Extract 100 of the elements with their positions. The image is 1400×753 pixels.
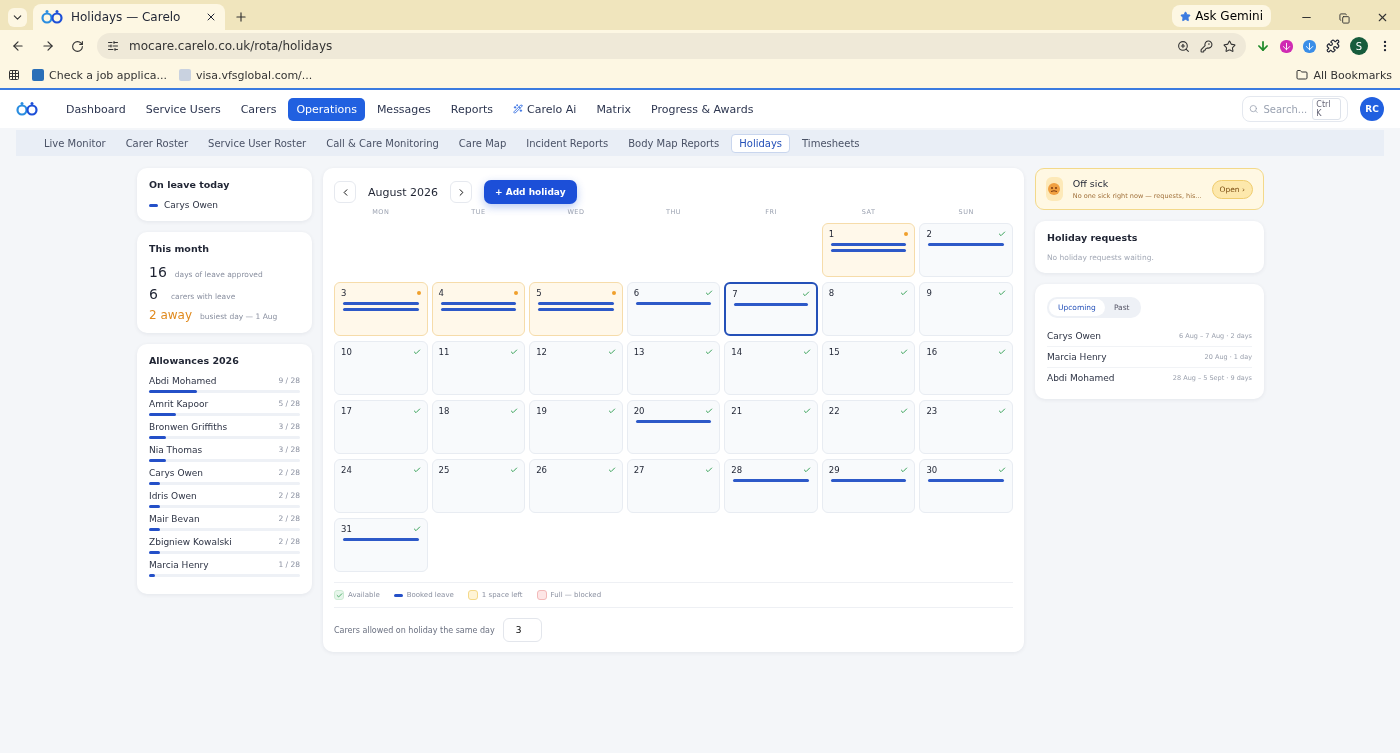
day-cell[interactable]: 5 xyxy=(529,282,623,336)
day-cell[interactable]: 27 xyxy=(626,459,721,513)
sub-tab[interactable]: Holidays xyxy=(731,133,791,153)
sub-tab[interactable]: Timesheets xyxy=(794,133,868,153)
nav-link[interactable]: Carers xyxy=(232,97,285,121)
sub-tab[interactable]: Carer Roster xyxy=(117,133,197,153)
day-cell[interactable]: 17 xyxy=(334,400,428,454)
day-number: 3 xyxy=(341,288,347,298)
day-cell[interactable]: 3 xyxy=(334,282,428,336)
tab-list-button[interactable] xyxy=(8,8,27,27)
close-icon[interactable] xyxy=(205,11,217,23)
sub-tab[interactable]: Live Monitor xyxy=(36,133,114,153)
day-cell[interactable]: 18 xyxy=(431,400,526,454)
back-arrow-icon xyxy=(11,39,25,53)
check-icon xyxy=(412,407,421,415)
day-cell[interactable]: 26 xyxy=(529,459,623,513)
check-icon xyxy=(412,348,421,356)
user-avatar[interactable]: RC xyxy=(1360,97,1384,121)
day-number: 29 xyxy=(828,465,840,475)
sub-tab[interactable]: Call & Care Monitoring xyxy=(318,133,447,153)
day-cell[interactable]: 31 xyxy=(334,518,428,572)
restore-button[interactable] xyxy=(1336,10,1353,27)
day-cell[interactable]: 2 xyxy=(919,223,1013,277)
add-holiday-button[interactable]: + Add holiday xyxy=(484,180,577,204)
nav-link[interactable]: Matrix xyxy=(588,97,639,121)
day-cell[interactable]: 28 xyxy=(724,459,818,513)
zoom-icon[interactable] xyxy=(1177,39,1190,53)
download-arrow-icon[interactable] xyxy=(1256,39,1270,53)
day-cell[interactable]: 13 xyxy=(626,341,721,395)
sub-tab[interactable]: Incident Reports xyxy=(518,133,617,153)
sub-tab[interactable]: Body Map Reports xyxy=(620,133,728,153)
day-cell[interactable]: 8 xyxy=(821,282,916,336)
day-cell[interactable]: 14 xyxy=(724,341,818,395)
day-cell[interactable]: 15 xyxy=(821,341,916,395)
ask-gemini-button[interactable]: Ask Gemini xyxy=(1172,5,1271,27)
day-cell[interactable]: 23 xyxy=(919,400,1013,454)
day-cell[interactable]: 6 xyxy=(626,282,721,336)
check-icon xyxy=(802,466,811,474)
sub-tab[interactable]: Care Map xyxy=(450,133,515,153)
extensions-icon[interactable] xyxy=(1326,39,1340,53)
day-cell[interactable]: 1 xyxy=(821,223,916,277)
key-icon[interactable] xyxy=(1200,39,1213,53)
down-arrow-icon xyxy=(1281,40,1292,52)
stat-value: 16 xyxy=(149,264,167,280)
day-cell[interactable]: 22 xyxy=(821,400,916,454)
day-cell[interactable]: 21 xyxy=(724,400,818,454)
booked-swatch-icon xyxy=(393,593,403,597)
check-icon xyxy=(998,466,1006,474)
day-number: 4 xyxy=(438,288,444,298)
check-icon xyxy=(705,466,714,474)
day-cell[interactable]: 19 xyxy=(529,400,623,454)
down-arrow-icon xyxy=(1304,40,1315,52)
day-cell[interactable]: 20 xyxy=(626,400,721,454)
check-icon xyxy=(801,290,810,298)
nav-link[interactable]: Operations xyxy=(288,97,365,121)
bookmark-star-icon[interactable] xyxy=(1223,39,1236,53)
day-cell[interactable]: 12 xyxy=(529,341,623,395)
site-settings-icon[interactable] xyxy=(107,40,119,52)
nav-link[interactable]: Service Users xyxy=(137,97,229,121)
sub-tab[interactable]: Service User Roster xyxy=(200,133,315,153)
person-name: Amrit Kapoor xyxy=(149,399,209,409)
month-title: August 2026 xyxy=(368,185,438,199)
nav-link[interactable]: Carelo Ai xyxy=(505,97,585,121)
day-cell[interactable]: 29 xyxy=(821,459,916,513)
day-cell[interactable]: 16 xyxy=(919,341,1013,395)
bookmark-link[interactable]: visa.vfsglobal.com/... xyxy=(178,68,313,82)
apps-icon[interactable] xyxy=(8,69,20,81)
restore-icon xyxy=(1339,13,1350,24)
extension-button[interactable] xyxy=(1303,39,1316,53)
day-cell[interactable]: 9 xyxy=(919,282,1013,336)
browser-tab[interactable]: Holidays — Carelo xyxy=(33,4,225,30)
day-cell[interactable]: 30 xyxy=(919,459,1013,513)
sick-face-icon xyxy=(1046,177,1063,201)
day-cell[interactable]: 24 xyxy=(334,459,428,513)
check-icon xyxy=(412,525,421,533)
day-number: 8 xyxy=(828,288,835,298)
profile-avatar[interactable]: S xyxy=(1350,37,1368,55)
warning-dot-icon xyxy=(611,291,616,295)
nav-link[interactable]: Dashboard xyxy=(58,97,134,121)
person-name: Carys Owen xyxy=(1047,331,1102,341)
check-swatch-icon xyxy=(334,590,344,600)
extension-button[interactable] xyxy=(1280,39,1293,53)
search-field[interactable]: Search... Ctrl K xyxy=(1242,96,1348,122)
address-bar[interactable]: mocare.carelo.co.uk/rota/holidays xyxy=(97,33,1246,59)
person-name: Nia Thomas xyxy=(149,445,203,455)
all-bookmarks-link[interactable]: All Bookmarks xyxy=(1296,68,1392,82)
day-number: 26 xyxy=(536,465,547,475)
nav-link[interactable]: Messages xyxy=(368,97,439,121)
day-cell[interactable]: 25 xyxy=(431,459,526,513)
nav-link[interactable]: Reports xyxy=(442,97,502,121)
bookmark-link[interactable]: Check a job applica... xyxy=(32,68,167,82)
day-cell[interactable]: 4 xyxy=(431,282,526,336)
check-icon xyxy=(802,348,811,356)
day-cell[interactable]: 7 xyxy=(724,282,818,336)
day-cell[interactable]: 10 xyxy=(334,341,428,395)
day-cell[interactable]: 11 xyxy=(431,341,526,395)
limit-input[interactable]: 3 xyxy=(502,618,542,642)
nav-link[interactable]: Progress & Awards xyxy=(643,97,762,121)
day-number: 18 xyxy=(438,406,450,416)
card-title: Allowances 2026 xyxy=(149,355,240,366)
